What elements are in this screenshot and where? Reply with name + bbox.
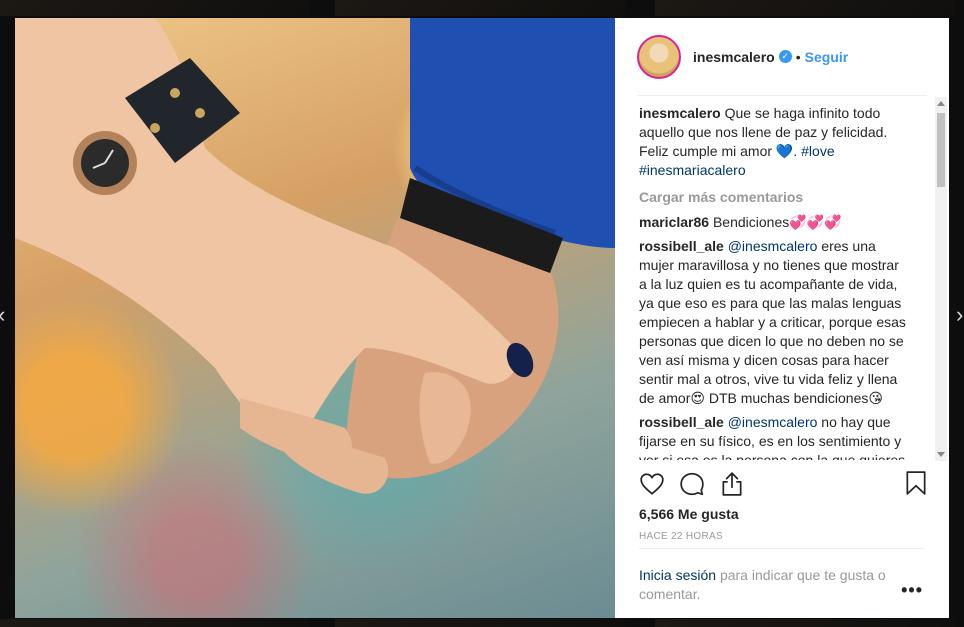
post-header: inesmcalero ✓ • Seguir xyxy=(637,18,927,96)
comment-item: mariclar86 Bendiciones💞💞💞 xyxy=(639,213,909,232)
load-more-comments-button[interactable]: Cargar más comentarios xyxy=(639,188,909,207)
post-username[interactable]: inesmcalero xyxy=(693,49,775,65)
avatar[interactable] xyxy=(637,34,681,79)
scroll-thumb[interactable] xyxy=(937,113,945,187)
hashtag-love[interactable]: #love xyxy=(801,143,834,159)
comment-item: rossibell_ale @inesmcalero no hay que fi… xyxy=(639,413,909,460)
login-link[interactable]: Inicia sesión xyxy=(639,567,716,583)
follow-button[interactable]: Seguir xyxy=(805,49,849,65)
header-separator: • xyxy=(795,48,801,65)
scroll-down-arrow-icon[interactable] xyxy=(937,452,945,457)
post-modal: inesmcalero ✓ • Seguir inesmcalero Que s… xyxy=(15,18,949,618)
caption-username[interactable]: inesmcalero xyxy=(639,105,721,121)
verified-badge-icon: ✓ xyxy=(778,50,792,63)
blue-heart-icon: 💙 xyxy=(775,143,794,159)
previous-post-arrow-icon[interactable]: ‹ xyxy=(0,300,8,330)
heart-icon[interactable] xyxy=(639,471,665,497)
divider xyxy=(639,548,925,549)
post-photo[interactable] xyxy=(15,18,615,618)
post-sidebar: inesmcalero ✓ • Seguir inesmcalero Que s… xyxy=(615,18,949,618)
comment-item: rossibell_ale @inesmcalero eres una muje… xyxy=(639,237,909,408)
caption-period: . xyxy=(793,143,798,159)
comment-text: eres una mujer maravillosa y no tienes q… xyxy=(639,238,906,406)
comments-scrollbar[interactable] xyxy=(935,97,947,461)
comment-mention[interactable]: @inesmcalero xyxy=(728,238,818,254)
holding-hands-illustration xyxy=(15,18,615,494)
likes-count[interactable]: 6,566 Me gusta xyxy=(639,506,739,522)
share-icon[interactable] xyxy=(719,471,745,497)
hashtag-inesmariacalero[interactable]: #inesmariacalero xyxy=(639,162,746,178)
post-actions xyxy=(639,470,929,498)
caption: inesmcalero Que se haga infinito todo aq… xyxy=(639,104,909,180)
comment-username[interactable]: mariclar86 xyxy=(639,214,709,230)
login-prompt: Inicia sesión para indicar que te gusta … xyxy=(639,566,889,604)
comment-username[interactable]: rossibell_ale xyxy=(639,414,724,430)
comment-username[interactable]: rossibell_ale xyxy=(639,238,724,254)
bookmark-icon[interactable] xyxy=(903,470,929,496)
comment-text: Bendiciones💞💞💞 xyxy=(712,214,842,230)
post-timestamp[interactable]: HACE 22 HORAS xyxy=(639,531,723,542)
next-post-arrow-icon[interactable]: › xyxy=(956,300,964,330)
more-options-icon[interactable]: ••• xyxy=(901,580,923,601)
scroll-up-arrow-icon[interactable] xyxy=(937,101,945,106)
comment-icon[interactable] xyxy=(679,471,705,497)
comments-list[interactable]: inesmcalero Que se haga infinito todo aq… xyxy=(639,104,909,460)
comment-mention[interactable]: @inesmcalero xyxy=(728,414,818,430)
